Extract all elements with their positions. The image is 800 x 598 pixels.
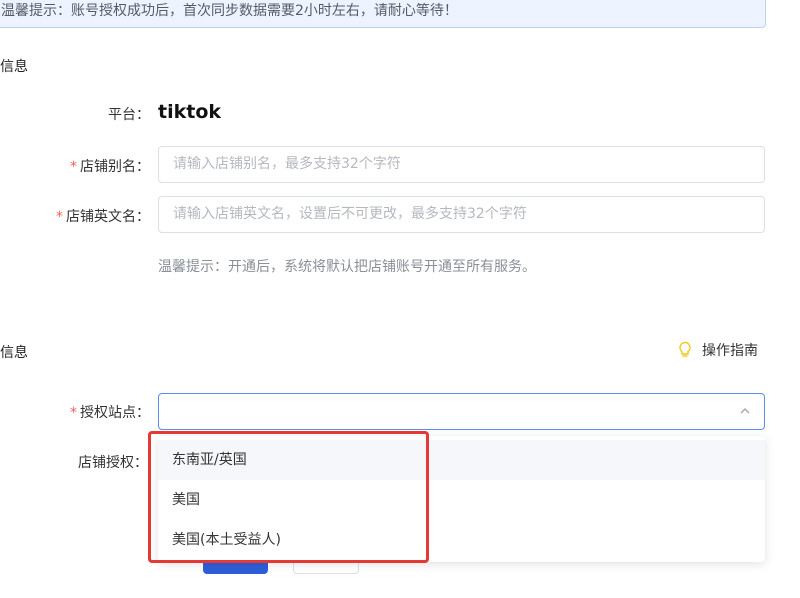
store-alias-label-text: 店铺别名： (80, 159, 150, 175)
store-alias-label: * 店铺别名： (0, 156, 150, 176)
platform-label: 平台： (108, 107, 150, 123)
required-mark: * (56, 209, 63, 225)
auth-site-label: * 授权站点： (0, 402, 150, 422)
operation-guide-link[interactable]: 操作指南 (678, 340, 758, 360)
platform-value: tiktok (158, 101, 222, 123)
option-us[interactable]: 美国 (158, 480, 765, 520)
lightbulb-icon (679, 341, 691, 357)
store-english-name-label-text: 店铺英文名： (66, 209, 150, 225)
auth-site-dropdown: 东南亚/英国 美国 美国(本土受益人) (158, 436, 765, 562)
option-southeast-asia-uk[interactable]: 东南亚/英国 (158, 440, 765, 480)
auth-site-select[interactable] (158, 393, 765, 430)
confirm-button[interactable] (203, 560, 268, 574)
auth-site-label-text: 授权站点： (80, 405, 150, 421)
store-auth-label: 店铺授权： (78, 455, 148, 471)
open-hint: 温馨提示：开通后，系统将默认把店铺账号开通至所有服务。 (158, 259, 536, 275)
cancel-button[interactable] (293, 560, 359, 574)
store-english-name-placeholder: 请输入店铺英文名，设置后不可更改，最多支持32个字符 (173, 206, 527, 222)
store-english-name-label: * 店铺英文名： (0, 206, 150, 226)
section-title-auth: 信息 (0, 345, 28, 361)
section-title-basic: 信息 (0, 59, 28, 75)
store-alias-placeholder: 请输入店铺别名，最多支持32个字符 (173, 156, 401, 172)
required-mark: * (70, 405, 77, 421)
required-mark: * (70, 159, 77, 175)
chevron-up-icon (740, 407, 750, 414)
store-alias-input[interactable]: 请输入店铺别名，最多支持32个字符 (158, 146, 765, 183)
notice-banner: 温馨提示：账号授权成功后，首次同步数据需要2小时左右，请耐心等待！ (0, 0, 766, 28)
option-us-local-beneficiary[interactable]: 美国(本土受益人) (158, 520, 765, 560)
store-english-name-input[interactable]: 请输入店铺英文名，设置后不可更改，最多支持32个字符 (158, 196, 765, 233)
notice-text: 温馨提示：账号授权成功后，首次同步数据需要2小时左右，请耐心等待！ (1, 3, 458, 19)
operation-guide-label: 操作指南 (702, 343, 758, 359)
